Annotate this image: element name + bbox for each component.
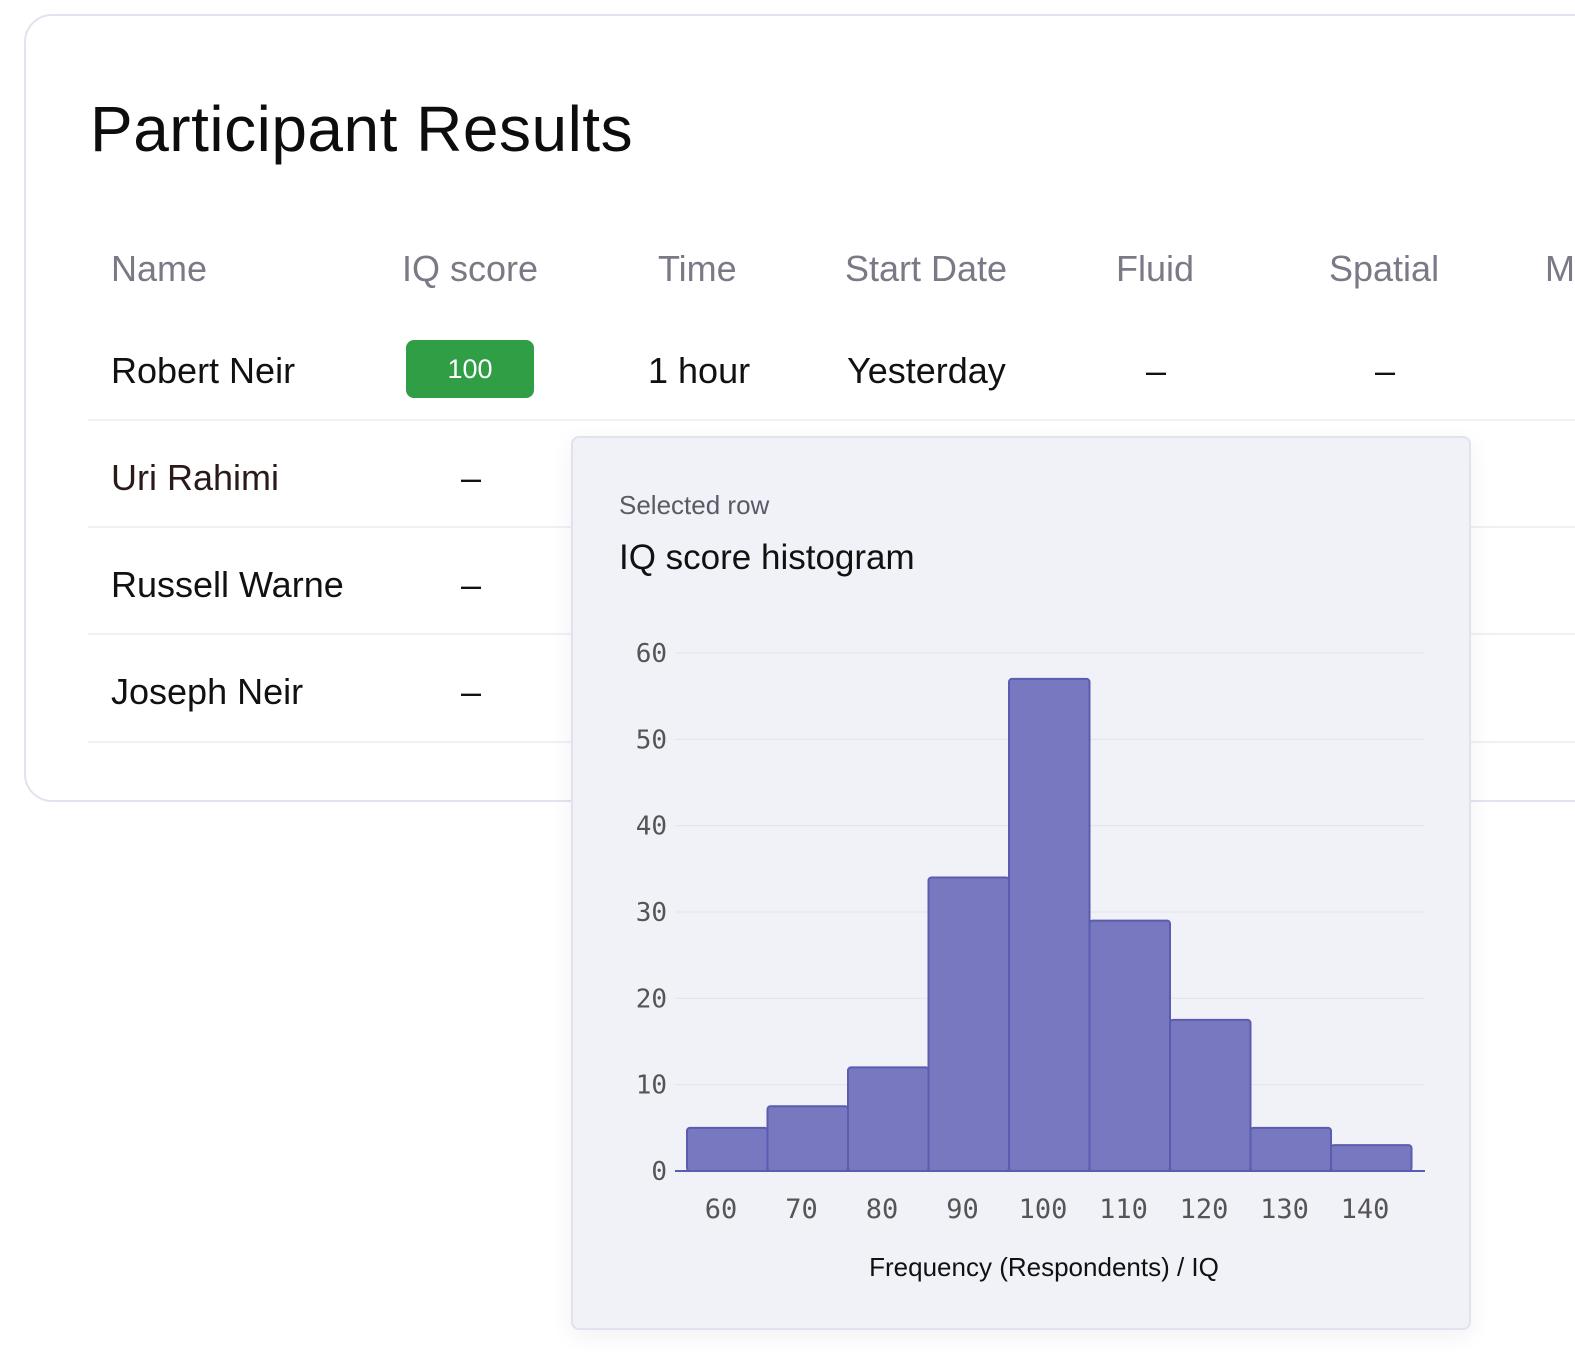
cell-iq-score: – [461,564,482,605]
x-tick-label: 120 [1180,1194,1229,1225]
x-tick-label: 100 [1019,1194,1068,1225]
cell-name: Uri Rahimi [111,457,280,498]
y-tick-label: 10 [636,1071,667,1101]
column-header-truncated[interactable]: M [1545,248,1575,290]
column-header-name[interactable]: Name [111,248,207,290]
column-header-time[interactable]: Time [658,248,737,290]
cell-iq-score: – [461,457,482,498]
row-divider [88,419,1575,421]
y-tick-label: 20 [636,984,667,1014]
cell-name: Robert Neir [111,350,296,391]
x-tick-label: 70 [785,1194,818,1225]
histogram-bar [1008,677,1091,1172]
histogram-bar [1249,1126,1332,1172]
x-tick-label: 130 [1260,1194,1309,1225]
iq-score-badge: 100 [406,340,534,398]
histogram-bar [686,1126,769,1172]
x-tick-label: 110 [1099,1194,1148,1225]
x-tick-label: 90 [946,1194,979,1225]
x-tick-label: 60 [705,1194,738,1225]
histogram-chart: 0 10 20 30 40 50 60 60 70 80 90 100 110 120 130 140 Freq… [636,639,1425,1282]
column-header-start-date[interactable]: Start Date [845,248,1007,290]
y-tick-label: 60 [636,639,667,669]
x-tick-label: 80 [866,1194,899,1225]
histogram-bar [766,1105,849,1172]
column-header-fluid[interactable]: Fluid [1116,248,1194,290]
cell-name: Joseph Neir [111,671,304,712]
x-tick-label: 140 [1341,1194,1390,1225]
histogram-bar [1088,919,1171,1172]
y-tick-label: 0 [651,1157,667,1187]
cell-time: 1 hour [648,350,751,391]
y-tick-label: 50 [636,725,667,755]
column-header-iq-score[interactable]: IQ score [402,248,538,290]
y-tick-label: 40 [636,812,667,842]
page-title: Participant Results [90,93,634,165]
cell-spatial: – [1375,350,1396,391]
column-header-spatial[interactable]: Spatial [1329,248,1439,290]
cell-name: Russell Warne [111,564,344,605]
histogram-bar [927,876,1010,1172]
cell-iq-score: – [461,671,482,712]
y-tick-label: 30 [636,898,667,928]
histogram-bar [1330,1144,1413,1172]
histogram-bar [847,1066,930,1173]
histogram-bar [1169,1018,1252,1173]
x-axis-label: Frequency (Respondents) / IQ [869,1252,1219,1282]
histogram-popover: Selected row IQ score histogram 0 10 20 30 4… [571,436,1471,1330]
cell-start-date: Yesterday [847,350,1006,391]
cell-fluid: – [1146,350,1167,391]
